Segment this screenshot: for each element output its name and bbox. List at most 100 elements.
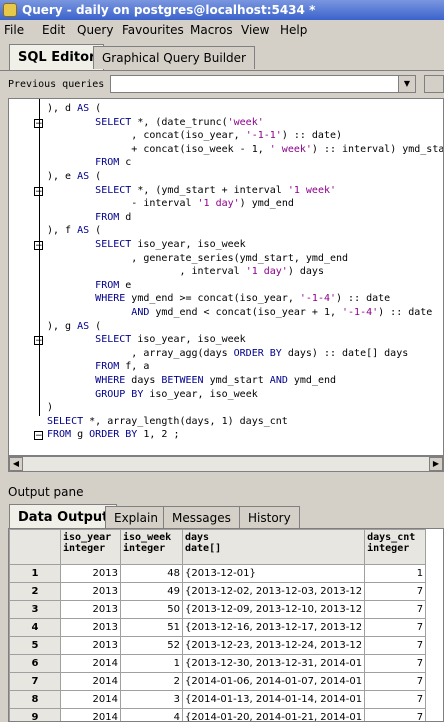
code-line[interactable]: SELECT *, (date_trunc('week'	[47, 117, 264, 129]
cell-iso-week[interactable]: 48	[120, 564, 183, 583]
cell-days-cnt[interactable]: 7	[364, 672, 427, 691]
scroll-left-icon[interactable]: ◀	[9, 457, 23, 471]
row-number[interactable]: 7	[9, 672, 61, 691]
cell-days-cnt[interactable]: 7	[364, 654, 427, 673]
table-row[interactable]: 5 2013 52 {2013-12-23, 2013-12-24, 2013-12 7	[9, 636, 427, 655]
cell-days-cnt[interactable]: 7	[364, 600, 427, 619]
cell-iso-week[interactable]: 50	[120, 600, 183, 619]
cell-days-cnt[interactable]: 7	[364, 708, 427, 721]
cell-days[interactable]: {2013-12-23, 2013-12-24, 2013-12	[181, 636, 366, 655]
tab-messages[interactable]: Messages	[163, 506, 240, 529]
cell-iso-week[interactable]: 2	[120, 672, 183, 691]
row-number[interactable]: 4	[9, 618, 61, 637]
code-line[interactable]: SELECT iso_year, iso_week	[47, 334, 246, 346]
menu-view[interactable]: View	[241, 23, 269, 37]
cell-days-cnt[interactable]: 7	[364, 618, 427, 637]
cell-iso-week[interactable]: 49	[120, 582, 183, 601]
cell-days[interactable]: {2014-01-06, 2014-01-07, 2014-01	[181, 672, 366, 691]
previous-queries-select[interactable]: ▼	[110, 75, 416, 93]
code-line[interactable]: + concat(iso_week - 1, ' week') :: inter…	[47, 144, 443, 156]
cell-days-cnt[interactable]: 1	[364, 564, 427, 583]
row-number[interactable]: 9	[9, 708, 61, 721]
row-number[interactable]: 8	[9, 690, 61, 709]
tab-sql-editor[interactable]: SQL Editor	[9, 44, 105, 70]
cell-days[interactable]: {2013-12-30, 2013-12-31, 2014-01	[181, 654, 366, 673]
cell-iso-year[interactable]: 2014	[60, 672, 121, 691]
code-line[interactable]: FROM f, a	[47, 361, 149, 373]
editor-horizontal-scrollbar[interactable]: ◀ ▶	[8, 456, 444, 472]
code-line[interactable]: GROUP BY iso_year, iso_week	[47, 389, 258, 401]
cell-iso-year[interactable]: 2013	[60, 636, 121, 655]
cell-iso-week[interactable]: 4	[120, 708, 183, 721]
tab-data-output[interactable]: Data Output	[9, 504, 118, 530]
code-line[interactable]: ), e AS (	[47, 171, 101, 183]
cell-iso-year[interactable]: 2014	[60, 654, 121, 673]
row-number[interactable]: 3	[9, 600, 61, 619]
row-number[interactable]: 5	[9, 636, 61, 655]
code-line[interactable]: WHERE ymd_end >= concat(iso_year, '-1-4'…	[47, 293, 390, 305]
menu-favourites[interactable]: Favourites	[122, 23, 184, 37]
table-row[interactable]: 8 2014 3 {2014-01-13, 2014-01-14, 2014-01 7	[9, 690, 427, 709]
column-header-days[interactable]: days date[]	[181, 529, 366, 565]
column-header-days-cnt[interactable]: days_cnt integer	[364, 529, 427, 565]
code-line[interactable]: AND ymd_end < concat(iso_year + 1, '-1-4…	[47, 307, 432, 319]
table-row[interactable]: 2 2013 49 {2013-12-02, 2013-12-03, 2013-12 7	[9, 582, 427, 601]
cell-iso-year[interactable]: 2014	[60, 690, 121, 709]
tab-history[interactable]: History	[239, 506, 300, 529]
code-line[interactable]: , interval '1 day') days	[47, 266, 324, 278]
row-number[interactable]: 2	[9, 582, 61, 601]
code-line[interactable]: SELECT *, (ymd_start + interval '1 week'	[47, 185, 336, 197]
code-line[interactable]: FROM e	[47, 280, 131, 292]
column-header-iso-week[interactable]: iso_week integer	[120, 529, 183, 565]
menu-edit[interactable]: Edit	[42, 23, 65, 37]
code-line[interactable]: , concat(iso_year, '-1-1') :: date)	[47, 130, 342, 142]
cell-days[interactable]: {2013-12-02, 2013-12-03, 2013-12	[181, 582, 366, 601]
cell-days[interactable]: {2013-12-16, 2013-12-17, 2013-12	[181, 618, 366, 637]
cell-iso-week[interactable]: 1	[120, 654, 183, 673]
code-line[interactable]: ), g AS (	[47, 321, 101, 333]
table-row[interactable]: 1 2013 48 {2013-12-01} 1	[9, 564, 427, 583]
row-number[interactable]: 6	[9, 654, 61, 673]
pane-splitter[interactable]	[0, 475, 444, 481]
tab-graphical-query-builder[interactable]: Graphical Query Builder	[93, 46, 255, 69]
cell-iso-year[interactable]: 2013	[60, 582, 121, 601]
code-line[interactable]: FROM c	[47, 157, 131, 169]
code-line[interactable]: SELECT *, array_length(days, 1) days_cnt	[47, 416, 288, 428]
code-line[interactable]: - interval '1 day') ymd_end	[47, 198, 294, 210]
code-line[interactable]: ), f AS (	[47, 225, 101, 237]
cell-iso-year[interactable]: 2013	[60, 600, 121, 619]
tab-explain[interactable]: Explain	[105, 506, 167, 529]
menu-macros[interactable]: Macros	[190, 23, 233, 37]
cell-days-cnt[interactable]: 7	[364, 690, 427, 709]
code-line[interactable]: SELECT iso_year, iso_week	[47, 239, 246, 251]
row-number[interactable]: 1	[9, 564, 61, 583]
cell-days[interactable]: {2014-01-20, 2014-01-21, 2014-01	[181, 708, 366, 721]
code-line[interactable]: )	[47, 402, 53, 414]
menu-query[interactable]: Query	[77, 23, 113, 37]
menu-help[interactable]: Help	[280, 23, 307, 37]
menu-file[interactable]: File	[4, 23, 24, 37]
cell-iso-year[interactable]: 2013	[60, 618, 121, 637]
cell-iso-year[interactable]: 2013	[60, 564, 121, 583]
cell-days-cnt[interactable]: 7	[364, 636, 427, 655]
cell-days[interactable]: {2014-01-13, 2014-01-14, 2014-01	[181, 690, 366, 709]
cell-iso-week[interactable]: 51	[120, 618, 183, 637]
cell-iso-week[interactable]: 3	[120, 690, 183, 709]
column-header-iso-year[interactable]: iso_year integer	[60, 529, 121, 565]
table-row[interactable]: 7 2014 2 {2014-01-06, 2014-01-07, 2014-01 7	[9, 672, 427, 691]
code-line[interactable]: FROM d	[47, 212, 131, 224]
code-line[interactable]: WHERE days BETWEEN ymd_start AND ymd_end	[47, 375, 336, 387]
delete-query-button[interactable]	[424, 75, 444, 93]
code-line[interactable]: , generate_series(ymd_start, ymd_end	[47, 253, 348, 265]
cell-iso-week[interactable]: 52	[120, 636, 183, 655]
fold-toggle-icon[interactable]: −	[34, 431, 43, 441]
scroll-right-icon[interactable]: ▶	[429, 457, 443, 471]
table-row[interactable]: 4 2013 51 {2013-12-16, 2013-12-17, 2013-12 7	[9, 618, 427, 637]
cell-days-cnt[interactable]: 7	[364, 582, 427, 601]
chevron-down-icon[interactable]: ▼	[398, 76, 415, 92]
sql-editor[interactable]: −−−−− ), d AS ( SELECT *, (date_trunc('w…	[8, 98, 444, 456]
table-row[interactable]: 3 2013 50 {2013-12-09, 2013-12-10, 2013-12 7	[9, 600, 427, 619]
cell-days[interactable]: {2013-12-09, 2013-12-10, 2013-12	[181, 600, 366, 619]
table-row[interactable]: 9 2014 4 {2014-01-20, 2014-01-21, 2014-01 7	[9, 708, 427, 721]
code-line[interactable]: FROM g ORDER BY 1, 2 ;	[47, 429, 179, 441]
